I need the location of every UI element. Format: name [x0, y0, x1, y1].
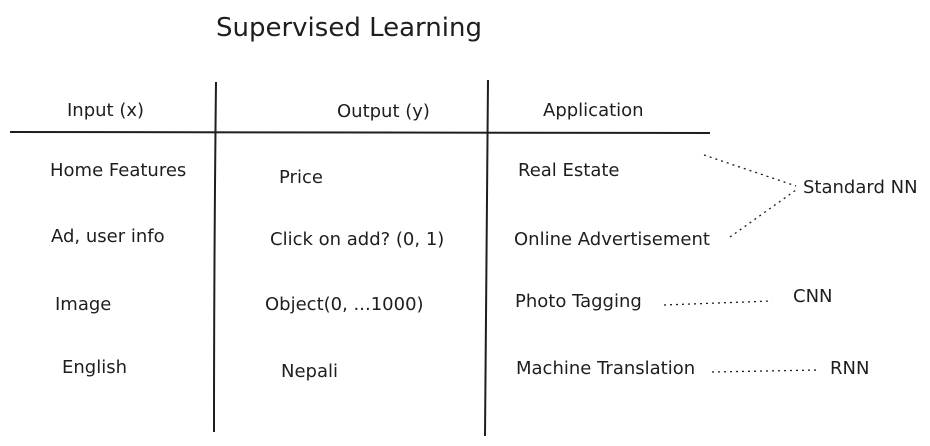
header-application: Application — [543, 100, 644, 121]
connector-photo-tagging-cnn — [663, 300, 773, 306]
row-3-application: Machine Translation — [516, 358, 696, 379]
row-2-input: Image — [55, 294, 112, 315]
row-1-output: Click on add? (0, 1) — [270, 229, 445, 250]
row-3-output: Nepali — [281, 361, 338, 382]
row-2-output: Object(0, ...1000) — [265, 294, 424, 315]
row-0-application: Real Estate — [518, 160, 620, 181]
row-0-input: Home Features — [50, 160, 187, 181]
diagram-canvas: Supervised Learning Input (x) Output (y)… — [0, 0, 930, 446]
table-lines — [9, 79, 819, 437]
row-2-application: Photo Tagging — [515, 291, 642, 312]
row-3-input: English — [62, 357, 127, 378]
row-1-application: Online Advertisement — [514, 229, 710, 250]
connector-real-estate-standard-nn — [703, 154, 797, 187]
label-cnn: CNN — [793, 286, 833, 307]
header-divider — [9, 131, 711, 134]
header-input: Input (x) — [67, 100, 145, 121]
column-divider-1 — [213, 81, 217, 433]
label-standard-nn: Standard NN — [803, 177, 918, 198]
header-output: Output (y) — [337, 101, 430, 122]
connector-online-ad-standard-nn — [729, 189, 797, 238]
diagram-title: Supervised Learning — [216, 13, 482, 43]
connector-machine-translation-rnn — [711, 369, 819, 373]
label-rnn: RNN — [830, 358, 870, 379]
row-1-input: Ad, user info — [51, 226, 165, 247]
row-0-output: Price — [279, 167, 323, 188]
